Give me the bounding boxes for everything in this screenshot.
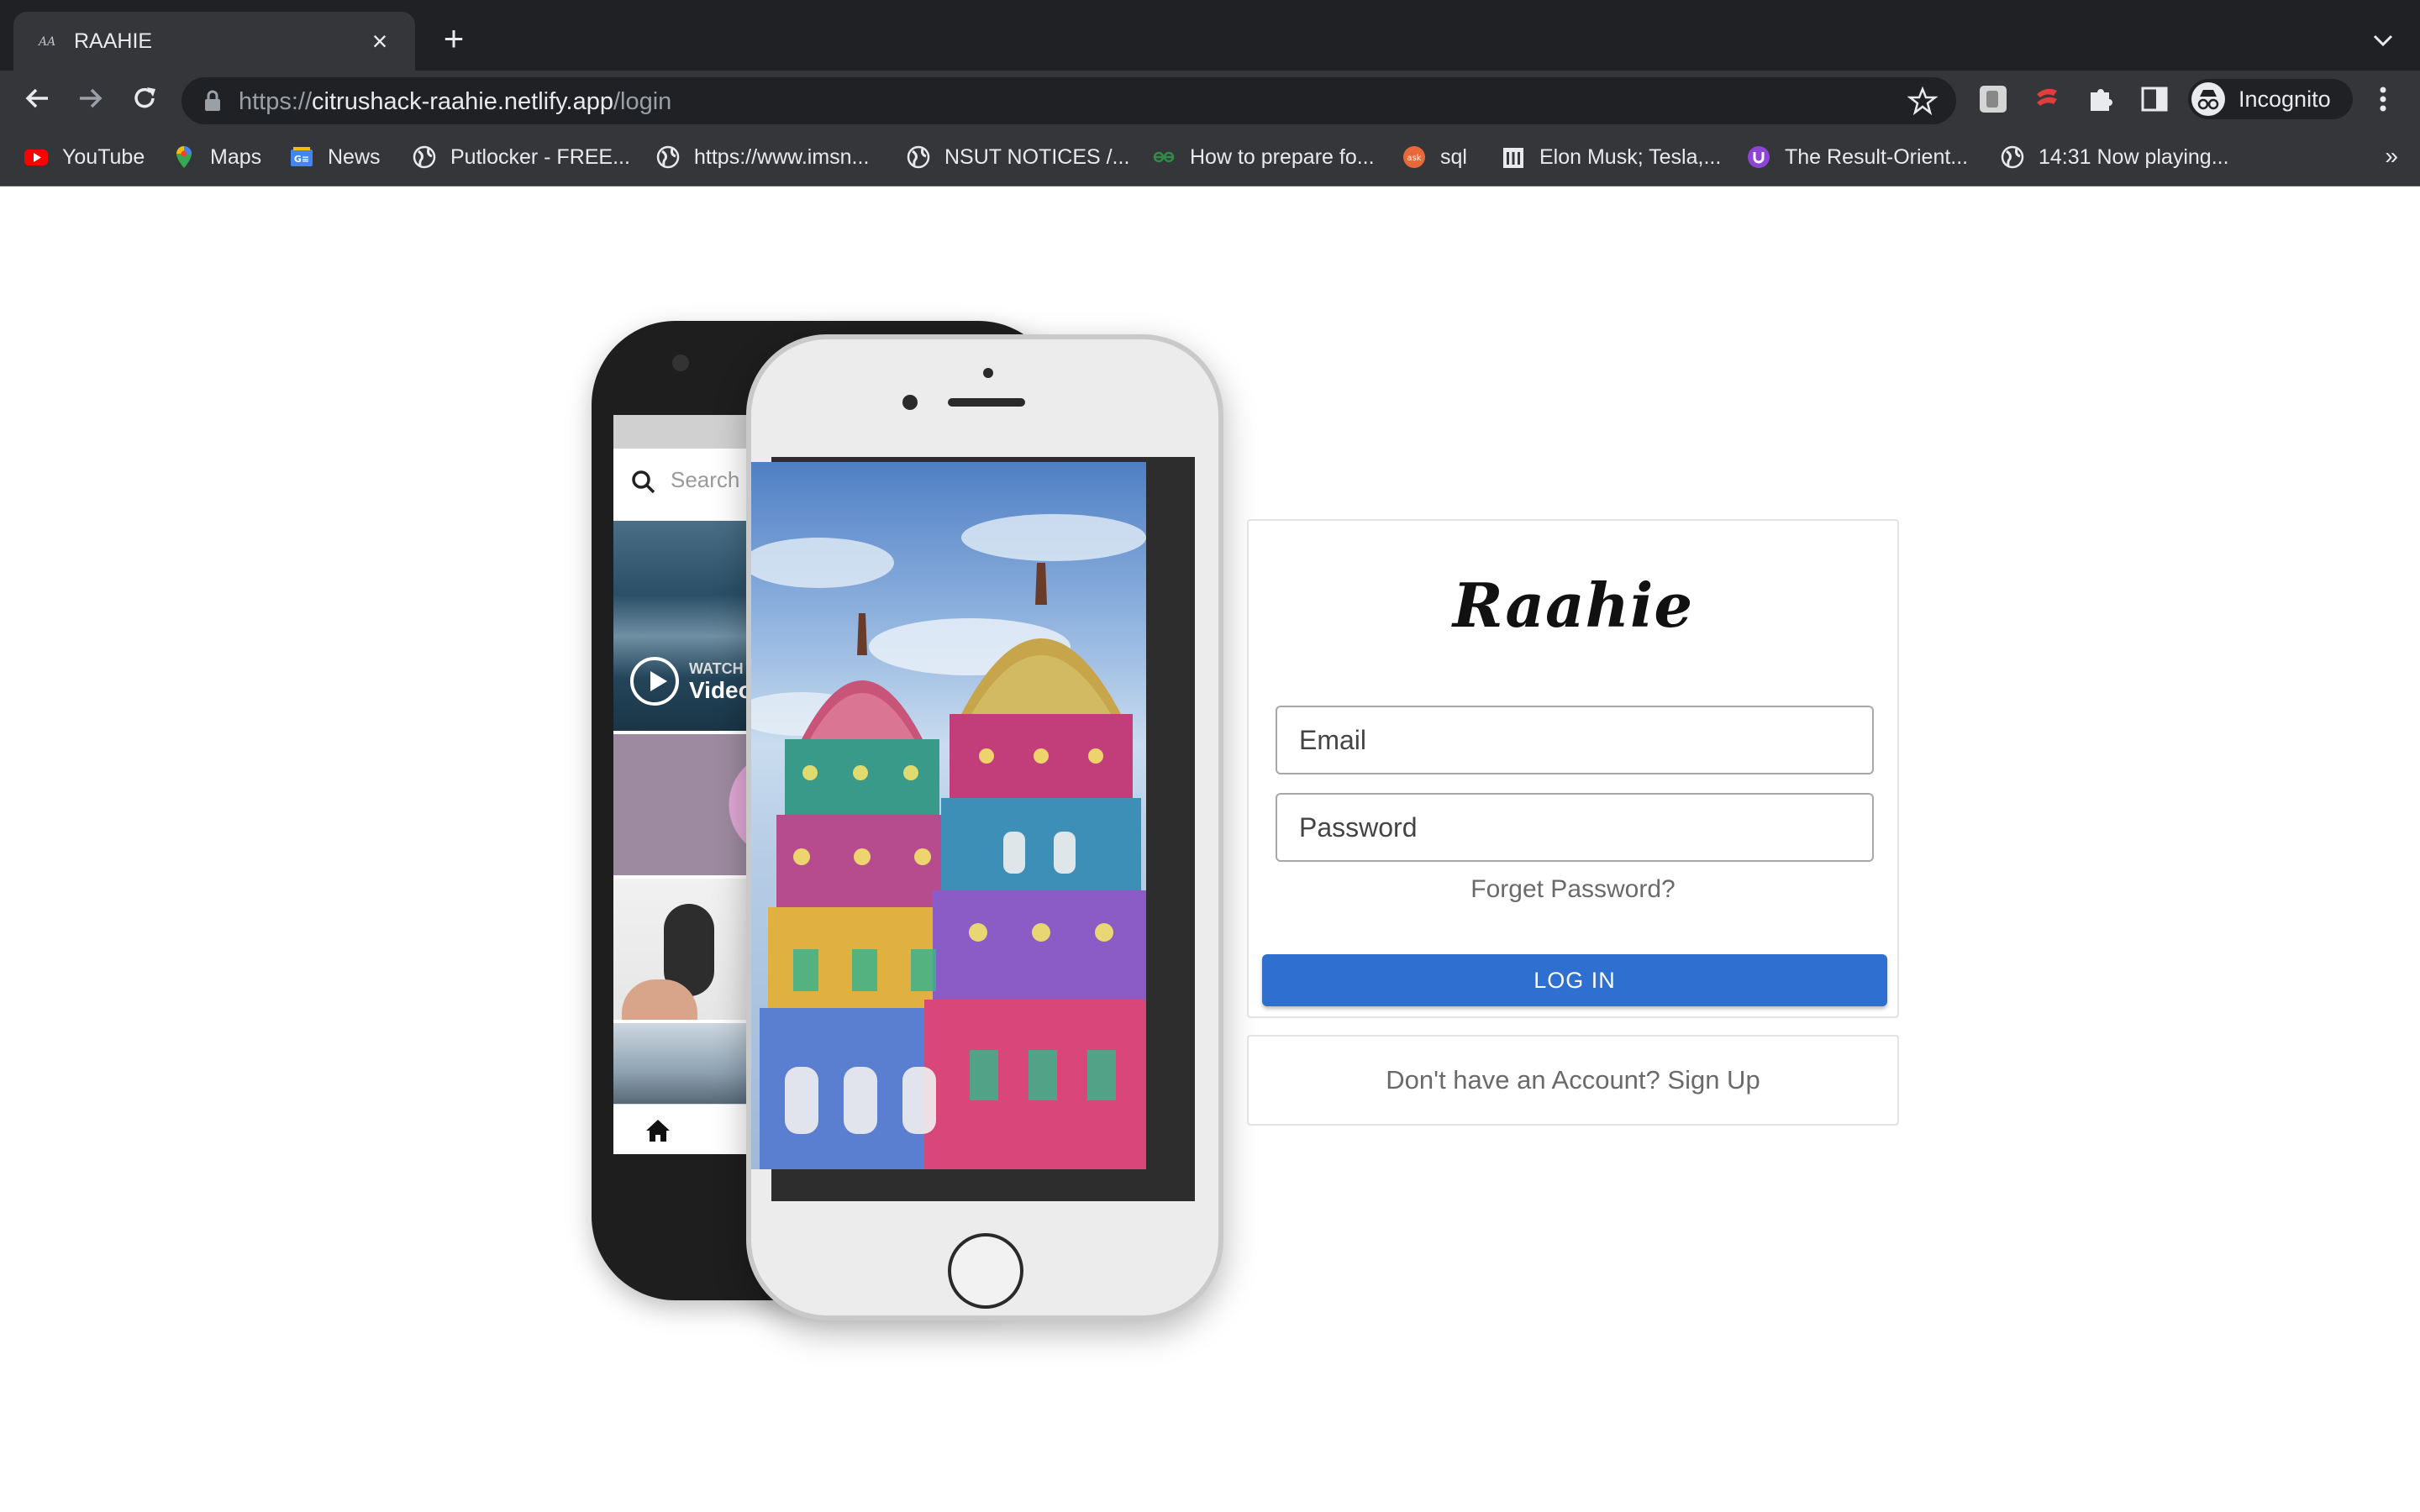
address-bar[interactable]: https://citrushack-raahie.netlify.app/lo… [182, 77, 1956, 124]
browser-tab-strip: AA RAAHIE × + [0, 0, 2420, 71]
incognito-glasses-icon [2197, 90, 2219, 110]
search-icon [632, 470, 655, 494]
bookmark-how-to-prepare[interactable]: How to prepare fo... [1151, 143, 1375, 171]
bookmark-putlocker[interactable]: Putlocker - FREE... [412, 143, 630, 171]
bookmark-youtube[interactable]: YouTube [24, 143, 145, 171]
bookmark-label: The Result-Orient... [1785, 144, 1969, 169]
home-icon [646, 1120, 670, 1142]
phone-mockup-front [746, 334, 1223, 1320]
bookmark-label: How to prepare fo... [1190, 144, 1375, 169]
globe-icon [2001, 145, 2024, 169]
incognito-icon [2191, 82, 2225, 116]
tab-title: RAAHIE [74, 29, 153, 53]
phone-home-button [948, 1233, 1023, 1309]
login-card: Raahie Forget Password? LOG IN [1247, 519, 1899, 1018]
youtube-icon [24, 150, 48, 165]
watch-label: WATCH [689, 660, 744, 677]
arrow-right-icon [80, 88, 103, 108]
maps-icon [176, 146, 192, 168]
tab-favicon-icon: AA [39, 35, 56, 49]
forgot-password-link[interactable]: Forget Password? [1249, 875, 1897, 904]
bookmark-label: https://www.imsn... [694, 144, 870, 169]
forward-button[interactable] [69, 76, 113, 120]
extension-red-icon[interactable] [2030, 82, 2064, 116]
temple-photo [751, 462, 1146, 1169]
browser-tab-active[interactable]: AA RAAHIE × [13, 12, 415, 71]
url-host: citrushack-raahie.netlify.app [312, 88, 613, 115]
temple-illustration [751, 514, 1146, 1169]
bookmarks-overflow-button[interactable]: » [2385, 143, 2398, 170]
bookmark-maps[interactable]: Maps [171, 143, 261, 171]
phone-sensor [983, 368, 993, 378]
reload-icon [134, 87, 155, 108]
bookmark-now-playing[interactable]: 14:31 Now playing... [2000, 143, 2229, 171]
phone-front-camera [902, 395, 918, 410]
incognito-indicator[interactable]: Incognito [2188, 79, 2353, 119]
url-path: /login [613, 88, 672, 115]
reload-button[interactable] [123, 76, 166, 120]
tab-search-chevron-icon[interactable] [2366, 24, 2400, 57]
bookmarks-bar: YouTube Maps G≡ News Putlocker - FREE...… [0, 126, 2420, 186]
bookmark-nsut-notices[interactable]: NSUT NOTICES /... [906, 143, 1129, 171]
url-scheme: https:// [239, 88, 313, 115]
arrow-left-icon [25, 88, 48, 108]
svg-text:G≡: G≡ [294, 154, 309, 165]
bookmark-imsn[interactable]: https://www.imsn... [655, 143, 869, 171]
bookmark-elon-musk[interactable]: Elon Musk; Tesla,... [1501, 143, 1721, 171]
bookmark-news[interactable]: G≡ News [289, 143, 381, 171]
extension-screenshot-icon[interactable] [1976, 82, 2010, 116]
phone-front-screen [751, 457, 1195, 1201]
login-button[interactable]: LOG IN [1262, 954, 1887, 1006]
page-content: Search WATCH Video Raahie Email Forget P… [0, 186, 2420, 1512]
email-field[interactable] [1276, 706, 1874, 774]
password-field[interactable] [1276, 793, 1874, 862]
google-news-icon: G≡ [291, 147, 313, 166]
bookmark-result-oriented[interactable]: The Result-Orient... [1746, 143, 1968, 171]
geeksforgeeks-icon [1153, 151, 1175, 163]
lock-icon[interactable] [202, 89, 224, 113]
new-tab-button[interactable]: + [437, 21, 471, 56]
bookmark-label: Putlocker - FREE... [450, 144, 630, 169]
bookmark-sql[interactable]: ask sql [1402, 143, 1467, 171]
bookmark-label: 14:31 Now playing... [2039, 144, 2229, 169]
incognito-label: Incognito [2238, 87, 2331, 112]
u-icon [1748, 146, 1770, 168]
bookmark-label: Elon Musk; Tesla,... [1539, 144, 1722, 169]
extensions-puzzle-icon[interactable] [2084, 82, 2118, 116]
building-icon [1503, 148, 1523, 168]
phone-speaker [948, 398, 1025, 407]
phone-search-placeholder: Search [671, 467, 740, 492]
bookmark-star-icon[interactable] [1907, 86, 1938, 116]
video-label: Video [689, 677, 753, 703]
ask-icon: ask [1403, 146, 1425, 168]
bookmark-label: sql [1440, 144, 1467, 169]
bookmark-label: Maps [210, 144, 262, 169]
globe-icon [907, 145, 930, 169]
bookmark-label: NSUT NOTICES /... [944, 144, 1130, 169]
phone-camera [672, 354, 689, 371]
play-icon [630, 657, 679, 706]
globe-icon [413, 145, 436, 169]
browser-toolbar: https://citrushack-raahie.netlify.app/lo… [0, 71, 2420, 126]
globe-icon [656, 145, 680, 169]
signup-card: Don't have an Account? Sign Up [1247, 1035, 1899, 1126]
back-button[interactable] [15, 76, 59, 120]
bookmark-label: YouTube [62, 144, 145, 169]
more-menu-icon[interactable] [2366, 82, 2400, 116]
svg-text:ask: ask [1407, 154, 1421, 163]
side-panel-icon[interactable] [2138, 82, 2171, 116]
tab-close-icon[interactable]: × [363, 24, 397, 58]
signup-link[interactable]: Don't have an Account? Sign Up [1249, 1065, 1897, 1095]
app-logo: Raahie [1452, 570, 1694, 641]
bookmark-label: News [328, 144, 381, 169]
url-text[interactable]: https://citrushack-raahie.netlify.app/lo… [239, 87, 671, 116]
